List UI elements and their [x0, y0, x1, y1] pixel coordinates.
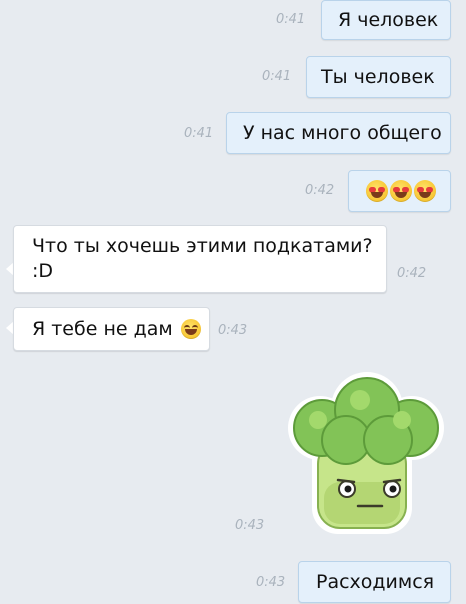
message-text: Я человек	[338, 9, 439, 31]
message-time: 0:41	[262, 69, 292, 84]
message-bubble[interactable]: Я тебе не дам	[13, 307, 210, 351]
grinning-squint-emoji-icon	[180, 319, 201, 339]
message-bubble[interactable]	[348, 170, 451, 212]
heart-eyes-emoji-icon	[414, 180, 436, 202]
message-bubble[interactable]: Ты человек	[306, 56, 451, 98]
broccoli-sticker-icon[interactable]	[284, 372, 450, 536]
message-time: 0:41	[184, 126, 214, 141]
message-text: У нас много общего	[243, 122, 442, 144]
message-time: 0:42	[397, 266, 427, 281]
message-time: 0:43	[256, 575, 286, 590]
message-text-line2: :D	[32, 260, 54, 282]
message-time: 0:43	[218, 323, 248, 338]
message-bubble[interactable]: Я человек	[321, 0, 451, 40]
message-bubble[interactable]: У нас много общего	[226, 112, 451, 154]
message-text-line1: Что ты хочешь этими подкатами?	[32, 235, 373, 257]
message-bubble[interactable]: Что ты хочешь этими подкатами? :D	[13, 225, 387, 293]
message-text: Ты человек	[321, 66, 435, 88]
heart-eyes-emoji-icon	[390, 180, 412, 202]
heart-eyes-emoji-icon	[366, 180, 388, 202]
message-time: 0:43	[235, 518, 265, 533]
message-text: Я тебе не дам	[32, 318, 173, 340]
message-time: 0:42	[305, 183, 335, 198]
message-text: Расходимся	[316, 571, 435, 593]
message-time: 0:41	[276, 12, 306, 27]
message-bubble[interactable]: Расходимся	[298, 561, 451, 603]
